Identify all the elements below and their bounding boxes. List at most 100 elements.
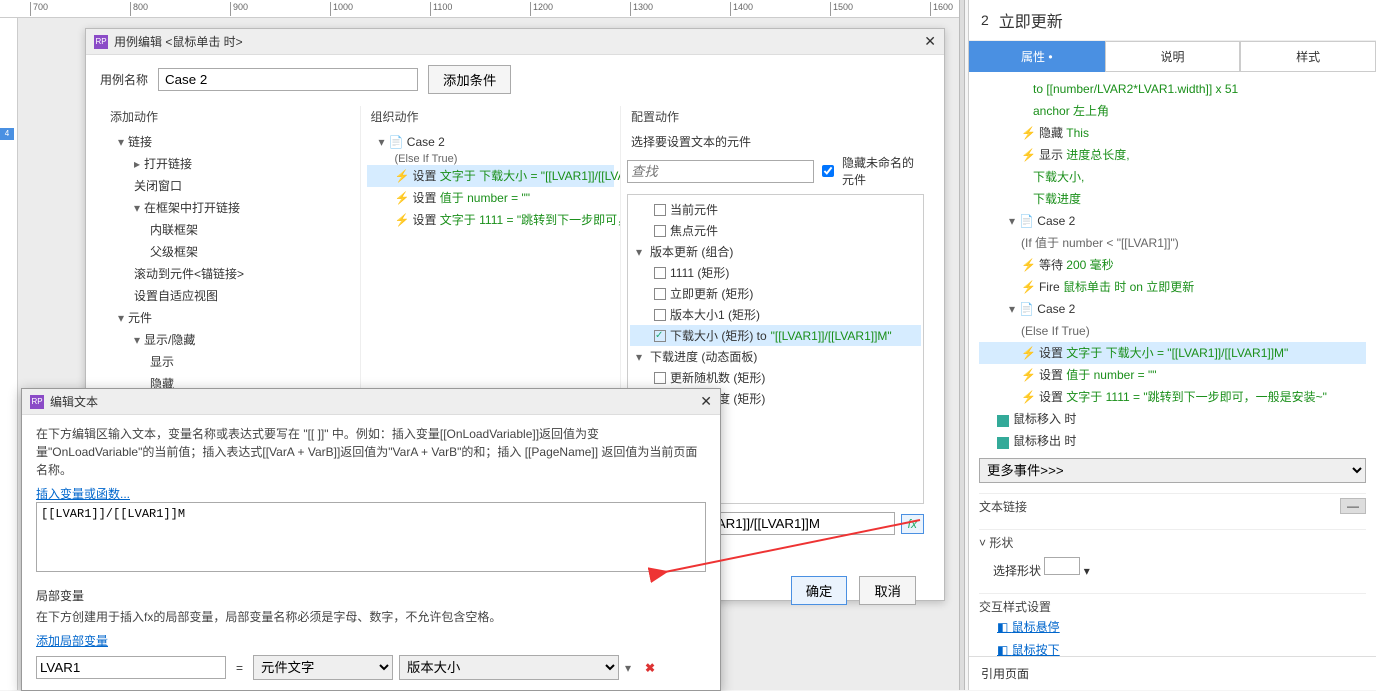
hide-unnamed-checkbox[interactable] [822,165,834,177]
var-widget-select[interactable]: 版本大小 [399,655,619,680]
hover-style-link[interactable]: ◧ 鼠标悬停 [979,615,1366,638]
edit-dialog-titlebar[interactable]: RP 编辑文本 ✕ [22,389,720,415]
tree-widgets-group[interactable]: ▾元件 [106,307,354,329]
tree-show[interactable]: 显示 [106,351,354,373]
widget-update-random[interactable]: 更新随机数 (矩形) [630,367,921,388]
case2-node[interactable]: ▾📄 Case 2 [979,210,1366,232]
shape-section[interactable]: ˅ 形状 [979,534,1366,551]
tree-open-link[interactable]: ▸打开链接 [106,153,354,175]
dialog-titlebar[interactable]: RP 用例编辑 <鼠标单击 时> ✕ [86,29,944,55]
text-link-section: 文本链接 [979,500,1027,514]
properties-panel: 2 立即更新 属性 • 说明 样式 to [[number/LVAR2*LVAR… [968,0,1376,690]
bolt-icon: ⚡ [1021,258,1036,272]
selection-title: 立即更新 [999,8,1063,32]
cancel-button[interactable]: 取消 [859,576,916,605]
press-style-link[interactable]: ◧ 鼠标按下 [979,638,1366,656]
tab-style[interactable]: 样式 [1240,41,1376,72]
hide-unnamed-label: 隐藏未命名的元件 [842,154,924,188]
widget-focus[interactable]: 焦点元件 [630,220,921,241]
tree-open-in-frame[interactable]: ▾在框架中打开链接 [106,197,354,219]
bolt-icon: ⚡ [1021,346,1036,360]
edit-dialog-title: 编辑文本 [50,393,98,410]
chevron-down-icon[interactable]: ▾ [625,661,635,675]
event-icon [997,436,1009,448]
tab-notes[interactable]: 说明 [1105,41,1241,72]
shape-selector[interactable] [1044,557,1080,575]
bolt-icon: ⚡ [395,191,410,205]
case2b-node[interactable]: ▾📄 Case 2 [979,298,1366,320]
var-name-input[interactable] [36,656,226,679]
action-fire-event[interactable]: ⚡Fire 鼠标单击 时 on 立即更新 [979,276,1366,298]
case-name-input[interactable] [158,68,418,91]
local-var-help: 在下方创建用于插入fx的局部变量，局部变量名称必须是字母、数字，不允许包含空格。 [36,608,706,626]
equals-label: = [232,661,247,675]
action-set-1111[interactable]: ⚡设置 文字于 1111 = "跳转到下一步即可，一般是安装~" [979,386,1366,408]
action-set-text-download[interactable]: ⚡设置 文字于 下载大小 = "[[LVAR1]]/[[LVAR1]]M" [367,165,615,187]
widget-group-progress[interactable]: ▾下载进度 (动态面板) [630,346,921,367]
ruler-horizontal: 700 800 900 1000 1100 1200 1300 1400 150… [0,0,960,18]
ok-button[interactable]: 确定 [791,576,848,605]
tree-parent-frame[interactable]: 父级框架 [106,241,354,263]
dialog-title: 用例编辑 <鼠标单击 时> [114,33,243,50]
select-shape-label: 选择形状 [993,564,1041,578]
configure-head: 配置动作 [627,106,924,131]
action-set-value-number[interactable]: ⚡设置 值于 number = "" [367,187,615,209]
widget-group-version[interactable]: ▾版本更新 (组合) [630,241,921,262]
tree-scroll-anchor[interactable]: 滚动到元件<锚链接> [106,263,354,285]
event-mouse-enter[interactable]: 鼠标移入 时 [979,408,1366,430]
action-set-number[interactable]: ⚡设置 值于 number = "" [979,364,1366,386]
reference-page-section: 引用页面 [969,656,1376,690]
var-type-select[interactable]: 元件文字 [253,655,393,680]
close-icon[interactable]: ✕ [700,393,712,410]
widget-download-size-selected[interactable]: 下载大小 (矩形) to "[[LVAR1]]/[[LVAR1]]M" [630,325,921,346]
bolt-icon: ⚡ [1021,280,1036,294]
tree-show-hide[interactable]: ▾显示/隐藏 [106,329,354,351]
add-action-head: 添加动作 [106,106,354,131]
widget-current[interactable]: 当前元件 [630,199,921,220]
value-input[interactable] [691,512,895,535]
selection-index: 2 [981,12,989,28]
event-icon [997,414,1009,426]
action-wait[interactable]: ⚡等待 200 毫秒 [979,254,1366,276]
anchor-text: anchor 左上角 [979,100,1366,122]
case2b-condition: (Else If True) [979,320,1366,342]
case-condition: (Else If True) [367,153,615,165]
action-set-text-1111[interactable]: ⚡设置 文字于 1111 = "跳转到下一步即可，一般是安装~" [367,209,615,231]
chevron-down-icon[interactable]: ▾ [1084,564,1090,578]
widget-update-now[interactable]: 立即更新 (矩形) [630,283,921,304]
tree-inline-frame[interactable]: 内联框架 [106,219,354,241]
insert-variable-link[interactable]: 插入变量或函数... [36,487,130,501]
widget-search-input[interactable] [627,160,814,183]
event-mouse-leave[interactable]: 鼠标移出 时 [979,430,1366,452]
add-local-var-link[interactable]: 添加局部变量 [36,634,108,648]
edit-help-text: 在下方编辑区输入文本，变量名称或表达式要写在 "[[ ]]" 中。例如：插入变量… [36,425,706,479]
select-widget-label: 选择要设置文本的元件 [627,131,924,154]
axure-rp-icon: RP [94,35,108,49]
bolt-icon: ⚡ [395,213,410,227]
widget-version-size1[interactable]: 版本大小1 (矩形) [630,304,921,325]
tree-close-window[interactable]: 关闭窗口 [106,175,354,197]
tree-set-adaptive[interactable]: 设置自适应视图 [106,285,354,307]
case-node[interactable]: ▾📄 Case 2 [367,131,615,153]
ruler-guide-marker[interactable]: 4 [0,128,14,140]
add-condition-button[interactable]: 添加条件 [428,65,511,94]
edit-text-dialog: RP 编辑文本 ✕ 在下方编辑区输入文本，变量名称或表达式要写在 "[[ ]]"… [21,388,721,691]
toggle-icon[interactable]: — [1340,498,1366,514]
delete-var-icon[interactable]: ✖ [645,661,655,675]
more-events-select[interactable]: 更多事件>>> [979,458,1366,483]
tree-link-group[interactable]: ▾链接 [106,131,354,153]
partial-action-text: to [[number/LVAR2*LVAR1.width]] x 51 [979,78,1366,100]
bolt-icon: ⚡ [1021,148,1036,162]
close-icon[interactable]: ✕ [924,33,936,50]
ruler-vertical: 4 [0,18,18,690]
expression-textarea[interactable]: [[LVAR1]]/[[LVAR1]]M [36,502,706,572]
vertical-splitter[interactable] [959,0,965,690]
action-hide-this[interactable]: ⚡隐藏 This [979,122,1366,144]
ref-page-label: 引用页面 [981,667,1029,681]
fx-button[interactable]: fx [901,514,924,534]
tab-properties[interactable]: 属性 • [969,41,1105,72]
widget-1111[interactable]: 1111 (矩形) [630,262,921,283]
bolt-icon: ⚡ [1021,126,1036,140]
action-set-text-dl-sel[interactable]: ⚡设置 文字于 下载大小 = "[[LVAR1]]/[[LVAR1]]M" [979,342,1366,364]
action-show-widgets[interactable]: ⚡显示 进度总长度, [979,144,1366,166]
